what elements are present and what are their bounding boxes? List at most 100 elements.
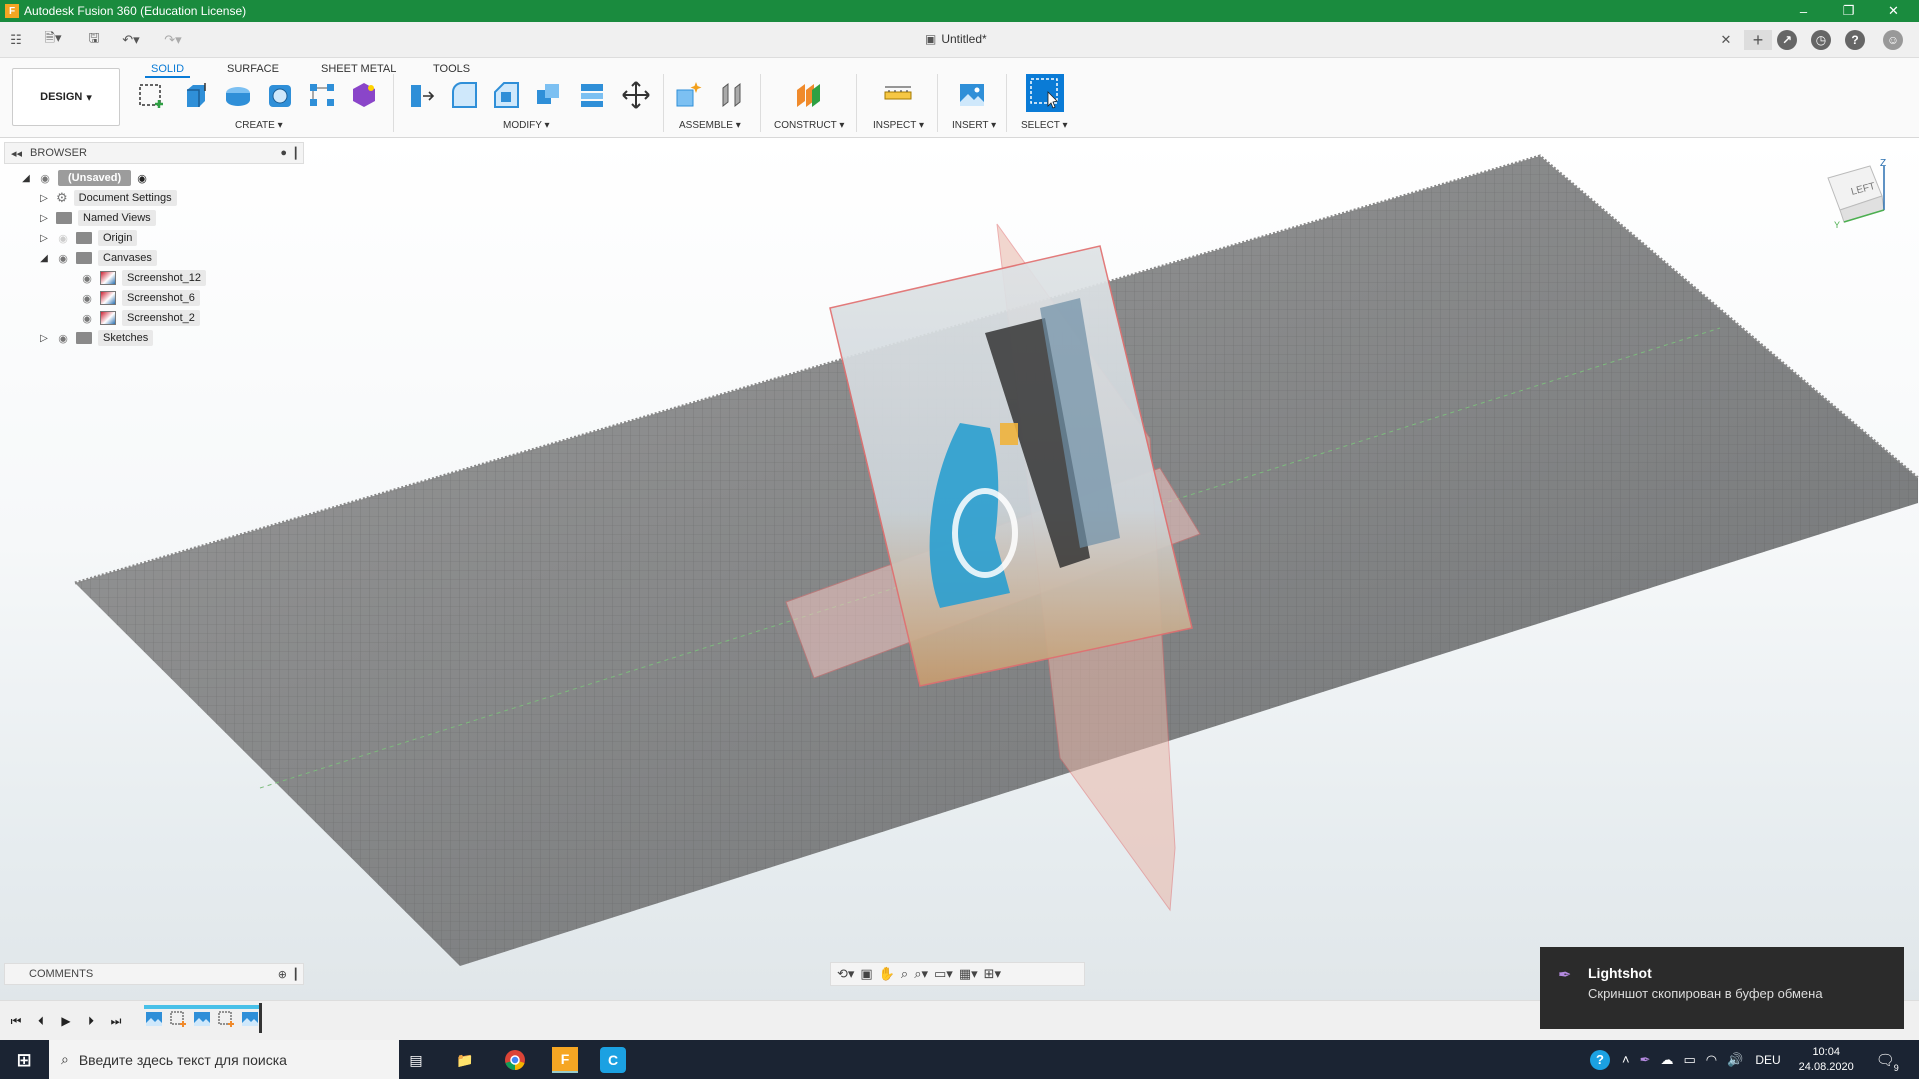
onedrive-cloud-icon[interactable]: ☁ <box>1661 1052 1674 1068</box>
offset-plane-icon[interactable] <box>792 78 824 112</box>
eye-icon[interactable]: ◉ <box>80 313 94 325</box>
expand-triangle-icon[interactable]: ▷ <box>38 232 50 244</box>
timeline-sketch-icon[interactable] <box>168 1009 188 1029</box>
shell-icon[interactable] <box>532 78 564 112</box>
tree-item-screenshot-6[interactable]: ◉ Screenshot_6 <box>80 288 200 308</box>
collapse-triangle-icon[interactable]: ◢ <box>20 172 32 184</box>
tab-solid[interactable]: SOLID <box>145 60 191 78</box>
pattern-icon[interactable] <box>306 78 338 112</box>
file-menu-icon[interactable]: 🗎▾ <box>38 30 68 50</box>
timeline-canvas-icon[interactable] <box>192 1009 212 1029</box>
group-modify[interactable]: MODIFY ▾ <box>503 120 550 131</box>
close-window-button[interactable]: ✕ <box>1871 0 1916 22</box>
tab-sheet-metal[interactable]: SHEET METAL <box>315 60 402 78</box>
fillet-icon[interactable] <box>448 78 480 112</box>
press-pull-icon[interactable] <box>404 78 436 112</box>
chevron-up-icon[interactable]: ˄ <box>1622 1052 1630 1067</box>
tree-item-named-views[interactable]: ▷ Named Views <box>38 208 156 228</box>
panel-handle-icon[interactable]: ┃ <box>292 147 299 160</box>
group-create[interactable]: CREATE ▾ <box>235 120 283 131</box>
timeline-canvas-icon[interactable] <box>144 1009 164 1029</box>
minimize-button[interactable]: – <box>1781 0 1826 22</box>
timeline-marker[interactable] <box>259 1003 262 1033</box>
eye-icon[interactable]: ◉ <box>38 173 52 185</box>
volume-icon[interactable]: 🔊 <box>1727 1052 1743 1068</box>
revolve-icon[interactable] <box>222 78 254 112</box>
expand-triangle-icon[interactable]: ▷ <box>38 192 50 204</box>
comments-panel[interactable]: COMMENTS ⊕ ┃ <box>4 963 304 985</box>
workspace-switcher[interactable]: DESIGN ▾ <box>12 68 120 126</box>
data-panel-grid-icon[interactable]: ☷ <box>6 30 26 50</box>
help-circle-icon[interactable]: ? <box>1590 1049 1610 1070</box>
lightshot-feather-icon[interactable]: ✒ <box>1640 1052 1651 1068</box>
activate-radio-icon[interactable]: ◉ <box>137 172 147 185</box>
panel-handle-icon[interactable]: ┃ <box>292 968 299 981</box>
restore-button[interactable]: ❐ <box>1826 0 1871 22</box>
wifi-icon[interactable]: ◠ <box>1706 1052 1717 1068</box>
input-language[interactable]: DEU <box>1755 1053 1780 1067</box>
create-sketch-icon[interactable] <box>136 78 168 112</box>
tree-root[interactable]: ◢ ◉ (Unsaved) ◉ <box>20 168 147 188</box>
pan-hand-icon[interactable]: ✋ <box>879 966 895 982</box>
group-insert[interactable]: INSERT ▾ <box>952 120 996 131</box>
eye-icon[interactable]: ◉ <box>80 293 94 305</box>
battery-icon[interactable]: ▭ <box>1684 1052 1696 1068</box>
windows-start-icon[interactable]: ⊞ <box>11 1047 37 1073</box>
file-explorer-icon[interactable]: 📁 <box>452 1047 478 1073</box>
extrude-icon[interactable] <box>180 78 212 112</box>
tab-surface[interactable]: SURFACE <box>221 60 285 78</box>
tree-item-document-settings[interactable]: ▷ ⚙ Document Settings <box>38 188 177 208</box>
c-app-icon[interactable]: C <box>600 1047 626 1073</box>
save-icon[interactable]: 🖫 <box>84 30 104 50</box>
zoom-window-icon[interactable]: ⌕▾ <box>914 966 928 982</box>
group-construct[interactable]: CONSTRUCT ▾ <box>774 120 844 131</box>
tree-item-origin[interactable]: ▷ ◉ Origin <box>38 228 138 248</box>
eye-icon[interactable]: ◉ <box>80 273 94 285</box>
look-at-icon[interactable]: ▣ <box>860 966 872 982</box>
insert-canvas-icon[interactable] <box>956 78 988 112</box>
viewports-icon[interactable]: ⊞▾ <box>984 966 1001 982</box>
collapse-browser-icon[interactable]: ◂◂ <box>11 147 22 160</box>
go-to-start-icon[interactable]: ⏮ <box>8 1013 24 1029</box>
lightshot-notification[interactable]: ✒ Lightshot Скриншот скопирован в буфер … <box>1540 947 1904 1029</box>
create-form-icon[interactable] <box>348 78 380 112</box>
eye-hidden-icon[interactable]: ◉ <box>56 233 70 245</box>
display-settings-icon[interactable]: ▭▾ <box>934 966 953 982</box>
new-tab-plus-icon[interactable]: + <box>1744 30 1772 50</box>
chamfer-icon[interactable] <box>490 78 522 112</box>
play-icon[interactable]: ▶ <box>58 1013 74 1029</box>
go-to-end-icon[interactable]: ⏭ <box>108 1013 124 1029</box>
close-tab-icon[interactable]: ✕ <box>1716 30 1736 50</box>
fusion-taskbar-icon[interactable]: F <box>552 1047 578 1073</box>
combine-icon[interactable] <box>576 78 608 112</box>
add-comment-icon[interactable]: ⊕ <box>278 968 287 981</box>
sweep-icon[interactable] <box>264 78 296 112</box>
timeline-sketch-icon[interactable] <box>216 1009 236 1029</box>
expand-triangle-icon[interactable]: ▷ <box>38 332 50 344</box>
redo-icon[interactable]: ↷▾ <box>158 30 188 50</box>
orbit-icon[interactable]: ⟲▾ <box>837 966 854 982</box>
job-status-icon[interactable]: ◷ <box>1810 30 1832 50</box>
group-assemble[interactable]: ASSEMBLE ▾ <box>679 120 741 131</box>
move-copy-icon[interactable] <box>620 78 652 112</box>
chrome-icon[interactable] <box>502 1047 528 1073</box>
undo-icon[interactable]: ↶▾ <box>116 30 146 50</box>
group-select[interactable]: SELECT ▾ <box>1021 120 1068 131</box>
canvas-viewport[interactable]: LEFT Z Y <box>0 138 1919 1032</box>
pin-panel-icon[interactable]: ● <box>280 147 287 159</box>
timeline-canvas-icon[interactable] <box>240 1009 260 1029</box>
joint-icon[interactable] <box>716 78 748 112</box>
viewcube[interactable]: LEFT Z Y <box>1818 158 1918 248</box>
eye-icon[interactable]: ◉ <box>56 333 70 345</box>
user-avatar-icon[interactable]: ☺ <box>1880 30 1906 50</box>
step-forward-icon[interactable]: ⏵ <box>83 1013 99 1029</box>
eye-icon[interactable]: ◉ <box>56 253 70 265</box>
grid-icon[interactable]: ▦▾ <box>959 966 978 982</box>
collapse-triangle-icon[interactable]: ◢ <box>38 252 50 264</box>
clock[interactable]: 10:04 24.08.2020 <box>1799 1045 1854 1075</box>
group-inspect[interactable]: INSPECT ▾ <box>873 120 924 131</box>
zoom-icon[interactable]: ⌕ <box>901 966 908 982</box>
taskbar-search[interactable]: ⌕ Введите здесь текст для поиска <box>49 1040 399 1079</box>
measure-icon[interactable] <box>882 78 914 112</box>
tree-item-screenshot-12[interactable]: ◉ Screenshot_12 <box>80 268 206 288</box>
